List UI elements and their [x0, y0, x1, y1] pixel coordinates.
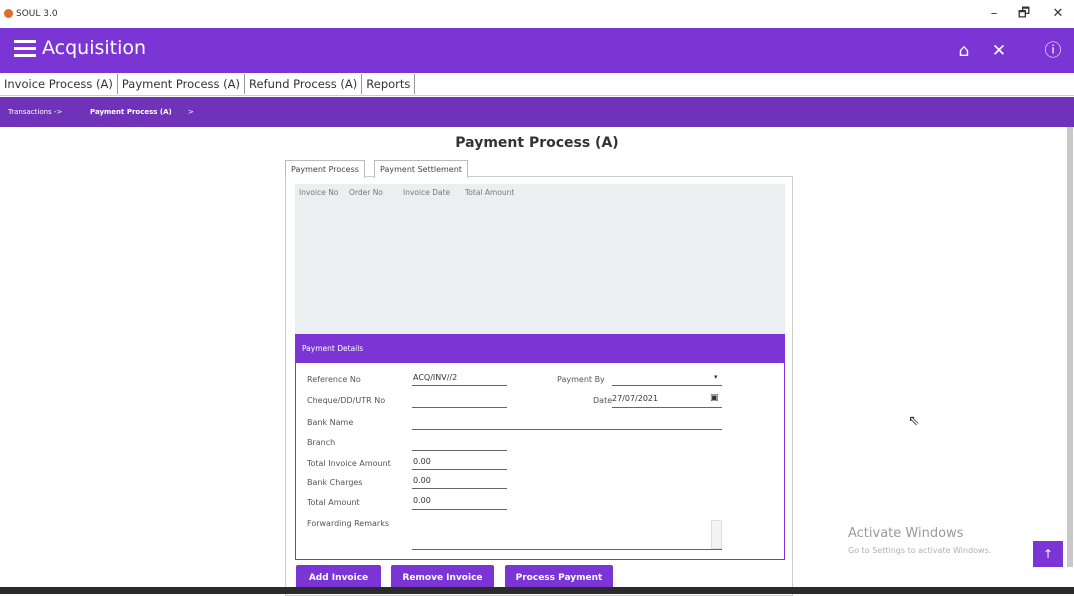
tab-invoice-process[interactable]: Invoice Process (A): [0, 74, 118, 94]
help-icon[interactable]: ⓘ: [1042, 40, 1064, 62]
column-header-invoice-date[interactable]: Invoice Date: [403, 188, 450, 197]
column-header-total-amount[interactable]: Total Amount: [465, 188, 514, 197]
breadcrumb-payment-process[interactable]: Payment Process (A): [90, 108, 172, 116]
column-header-invoice-no[interactable]: Invoice No: [299, 188, 338, 197]
breadcrumb: Transactions -> Payment Process (A) >: [0, 97, 1074, 127]
calendar-icon[interactable]: ▣: [710, 393, 719, 403]
total-amount-field[interactable]: 0.00: [413, 496, 431, 505]
cheque-dd-utr-label: Cheque/DD/UTR No: [307, 396, 386, 405]
column-header-order-no[interactable]: Order No: [349, 188, 383, 197]
hamburger-menu-icon[interactable]: [14, 40, 36, 60]
page-title: Payment Process (A): [455, 135, 619, 151]
reference-no-label: Reference No: [307, 375, 361, 384]
tab-refund-process[interactable]: Refund Process (A): [245, 74, 363, 94]
total-invoice-amount-label: Total Invoice Amount: [307, 459, 391, 468]
tab-reports[interactable]: Reports: [362, 74, 416, 94]
tab-payment-process[interactable]: Payment Process (A): [118, 74, 246, 94]
breadcrumb-transactions[interactable]: Transactions ->: [8, 108, 62, 116]
bank-charges-label: Bank Charges: [307, 478, 363, 487]
app-title: Acquisition: [42, 37, 147, 59]
breadcrumb-separator: >: [188, 108, 194, 116]
total-invoice-amount-field[interactable]: 0.00: [413, 457, 431, 466]
tab-payment-process-sub[interactable]: Payment Process: [285, 160, 365, 178]
window-close-button[interactable]: ✕: [1044, 4, 1072, 24]
minimize-button[interactable]: –: [980, 4, 1008, 24]
reference-no-field[interactable]: ACQ/INV//2: [413, 373, 457, 382]
branch-label: Branch: [307, 438, 336, 447]
tab-payment-settlement[interactable]: Payment Settlement: [374, 160, 468, 178]
payment-by-label: Payment By: [557, 375, 605, 384]
bank-charges-field[interactable]: 0.00: [413, 476, 431, 485]
window-titlebar: SOUL 3.0 – 🗗 ✕: [0, 0, 1074, 28]
remarks-scrollbar[interactable]: [711, 520, 722, 549]
app-bar: Acquisition ⌂ ✕ ⓘ: [0, 28, 1074, 73]
forwarding-remarks-label: Forwarding Remarks: [307, 519, 389, 528]
mouse-cursor-icon: ⇖: [908, 413, 920, 429]
date-field[interactable]: 27/07/2021: [612, 394, 658, 403]
module-tabs: Invoice Process (A) Payment Process (A) Re…: [0, 73, 1074, 96]
chevron-down-icon[interactable]: ▾: [714, 373, 718, 381]
total-amount-label: Total Amount: [307, 498, 360, 507]
page-scrollbar[interactable]: [1067, 127, 1073, 567]
activate-windows-hint: Go to Settings to activate Windows.: [848, 546, 992, 555]
date-label: Date: [593, 396, 613, 405]
scroll-to-top-button[interactable]: ↑: [1033, 541, 1063, 567]
invoice-grid[interactable]: Invoice No Order No Invoice Date Total A…: [295, 184, 785, 334]
activate-windows-watermark: Activate Windows: [848, 526, 964, 541]
bank-name-label: Bank Name: [307, 418, 354, 427]
window-title: SOUL 3.0: [16, 9, 58, 19]
app-logo-icon: [4, 9, 13, 18]
home-icon[interactable]: ⌂: [953, 40, 975, 62]
close-icon[interactable]: ✕: [988, 40, 1010, 62]
maximize-button[interactable]: 🗗: [1010, 4, 1038, 24]
payment-details-header: Payment Details: [296, 335, 784, 363]
taskbar: [0, 587, 1074, 594]
